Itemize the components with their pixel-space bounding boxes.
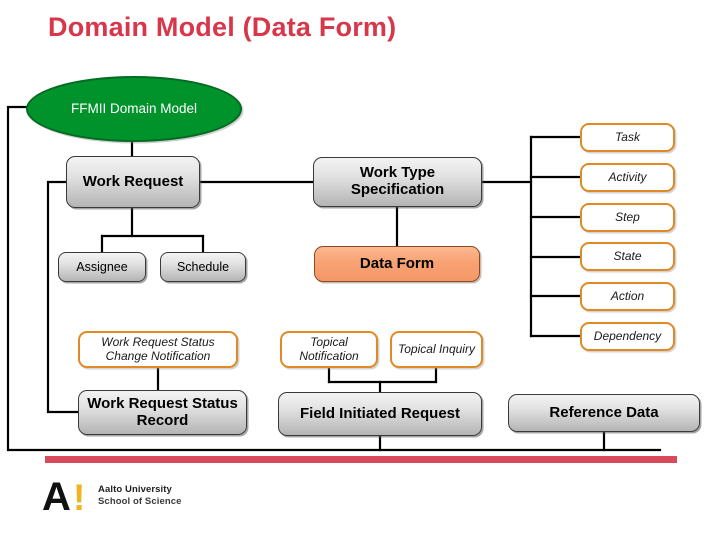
node-dependency-label: Dependency bbox=[593, 328, 662, 343]
root-node-ffmii-domain-model[interactable]: FFMII Domain Model bbox=[26, 76, 242, 142]
node-reference-data-label: Reference Data bbox=[549, 403, 659, 421]
root-node-label: FFMII Domain Model bbox=[70, 100, 198, 116]
node-task-label: Task bbox=[615, 129, 640, 144]
node-data-form-label: Data Form bbox=[359, 254, 435, 272]
node-activity-label: Activity bbox=[608, 169, 647, 184]
node-step[interactable]: Step bbox=[580, 203, 675, 232]
node-topical-inquiry[interactable]: Topical Inquiry bbox=[390, 331, 483, 368]
node-field-initiated-request-label: Field Initiated Request bbox=[299, 404, 461, 422]
node-work-type-specification[interactable]: Work Type Specification bbox=[313, 157, 482, 207]
node-action[interactable]: Action bbox=[580, 282, 675, 311]
node-work-request-status-change-notification-label: Work Request Status Change Notification bbox=[101, 335, 215, 363]
node-field-initiated-request[interactable]: Field Initiated Request bbox=[278, 392, 482, 436]
aalto-university-logo: A ! Aalto University School of Science bbox=[42, 475, 182, 519]
accent-bar bbox=[45, 456, 677, 463]
node-step-label: Step bbox=[615, 209, 640, 224]
node-schedule[interactable]: Schedule bbox=[160, 252, 246, 282]
aalto-logo-wordmark: Aalto University School of Science bbox=[98, 478, 182, 508]
node-dependency[interactable]: Dependency bbox=[580, 322, 675, 351]
aalto-logo-exclamation-icon: ! bbox=[73, 477, 86, 518]
node-reference-data[interactable]: Reference Data bbox=[508, 394, 700, 432]
node-state[interactable]: State bbox=[580, 242, 675, 271]
node-schedule-label: Schedule bbox=[176, 260, 230, 274]
node-assignee-label: Assignee bbox=[76, 260, 128, 274]
aalto-logo-mark: A ! bbox=[42, 475, 94, 519]
aalto-logo-letter: A bbox=[42, 475, 71, 519]
org-name-line2: School of Science bbox=[98, 495, 182, 507]
node-work-request[interactable]: Work Request bbox=[66, 156, 200, 208]
node-data-form[interactable]: Data Form bbox=[314, 246, 480, 282]
node-work-request-status-change-notification[interactable]: Work Request Status Change Notification bbox=[78, 331, 238, 368]
node-topical-notification[interactable]: Topical Notification bbox=[280, 331, 378, 368]
node-topical-inquiry-label: Topical Inquiry bbox=[398, 341, 475, 356]
slide-canvas: Domain Model (Data Form) FFMII Domain Mo… bbox=[0, 0, 720, 540]
node-assignee[interactable]: Assignee bbox=[58, 252, 146, 282]
org-name-line1: Aalto University bbox=[98, 484, 172, 495]
node-topical-notification-label: Topical Notification bbox=[299, 335, 359, 363]
node-work-request-label: Work Request bbox=[82, 172, 184, 190]
node-action-label: Action bbox=[610, 288, 645, 303]
node-work-type-specification-label: Work Type Specification bbox=[350, 164, 445, 198]
node-task[interactable]: Task bbox=[580, 123, 675, 152]
node-work-request-status-record-label: Work Request Status Record bbox=[87, 394, 238, 429]
node-activity[interactable]: Activity bbox=[580, 163, 675, 192]
node-work-request-status-record[interactable]: Work Request Status Record bbox=[78, 390, 247, 435]
node-state-label: State bbox=[613, 248, 642, 263]
